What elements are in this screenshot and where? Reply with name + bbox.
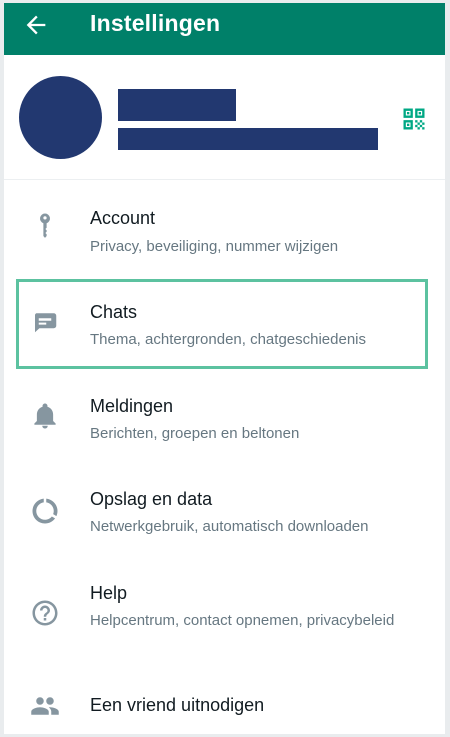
bell-icon (34, 403, 56, 429)
avatar[interactable] (19, 76, 102, 159)
selection-highlight (16, 279, 428, 369)
settings-item-subtitle: Privacy, beveiliging, nummer wijzigen (90, 238, 339, 255)
settings-item-help[interactable]: Help Helpcentrum, contact opnemen, priva… (4, 567, 445, 665)
settings-item-title: Een vriend uitnodigen (90, 695, 265, 715)
redacted-profile-status (118, 128, 378, 150)
settings-item-subtitle: Netwerkgebruik, automatisch downloaden (90, 518, 369, 535)
data-usage-icon (32, 498, 58, 524)
settings-item-meldingen[interactable]: Meldingen Berichten, groepen en beltonen (4, 379, 445, 459)
people-icon (31, 697, 59, 715)
page-title: Instellingen (90, 10, 221, 36)
settings-item-invite[interactable]: Een vriend uitnodigen (4, 679, 445, 734)
settings-item-title: Meldingen (90, 396, 174, 416)
help-icon (32, 600, 58, 626)
settings-item-title: Account (90, 208, 156, 228)
settings-item-subtitle: Helpcentrum, contact opnemen, privacybel… (90, 612, 395, 629)
settings-item-account[interactable]: Account Privacy, beveiliging, nummer wij… (4, 193, 445, 269)
settings-item-subtitle: Berichten, groepen en beltonen (90, 425, 300, 442)
settings-item-title: Help (90, 583, 128, 603)
settings-screen: Instellingen Account Privacy, beveiligin… (4, 3, 445, 734)
qr-code-icon[interactable] (400, 105, 428, 133)
key-icon (40, 213, 50, 238)
settings-item-title: Opslag en data (90, 489, 213, 509)
settings-item-opslag[interactable]: Opslag en data Netwerkgebruik, automatis… (4, 473, 445, 553)
arrow-left-icon[interactable] (22, 11, 50, 39)
app-bar: Instellingen (4, 3, 445, 55)
redacted-profile-name (118, 89, 236, 121)
profile-section[interactable] (4, 55, 445, 180)
